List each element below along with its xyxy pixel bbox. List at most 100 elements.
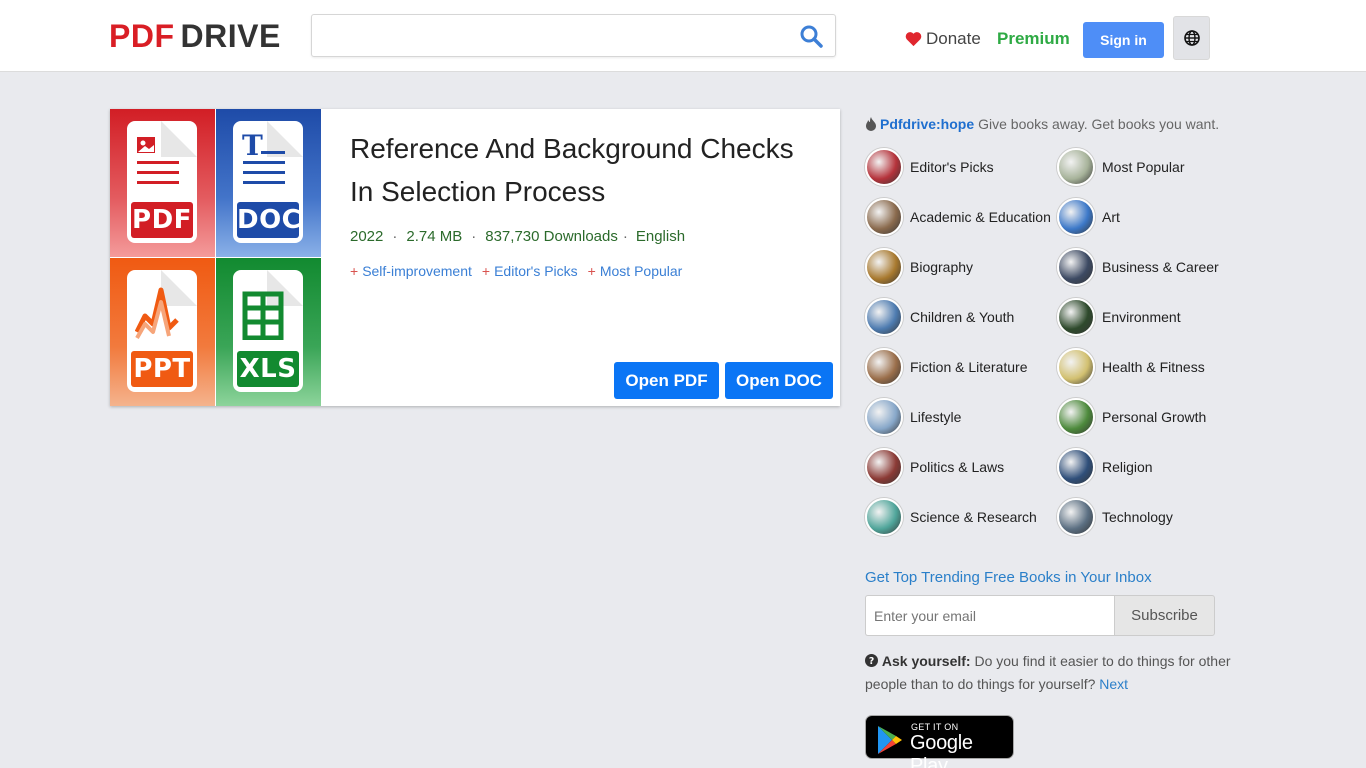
category-label: Religion — [1102, 459, 1153, 475]
category-label: Politics & Laws — [910, 459, 1005, 475]
category-item[interactable]: Most Popular — [1057, 148, 1184, 186]
category-thumbnail — [1057, 248, 1095, 286]
cover-xls-tile: XLS — [216, 258, 321, 406]
category-label: Science & Research — [910, 509, 1037, 525]
category-label: Health & Fitness — [1102, 359, 1205, 375]
category-item[interactable]: Academic & Education — [865, 198, 1051, 236]
category-label: Lifestyle — [910, 409, 962, 425]
premium-link[interactable]: Premium — [997, 29, 1070, 49]
category-item[interactable]: Science & Research — [865, 498, 1037, 536]
book-downloads: 837,730 Downloads — [485, 228, 618, 245]
category-thumbnail — [865, 198, 903, 236]
category-item[interactable]: Religion — [1057, 448, 1153, 486]
svg-text:?: ? — [869, 656, 874, 667]
tag-editors-picks[interactable]: + Editor's Picks — [482, 263, 578, 279]
category-item[interactable]: Fiction & Literature — [865, 348, 1028, 386]
category-item[interactable]: Lifestyle — [865, 398, 961, 436]
category-label: Technology — [1102, 509, 1173, 525]
subscribe-button[interactable]: Subscribe — [1114, 595, 1215, 636]
category-label: Personal Growth — [1102, 409, 1207, 425]
category-thumbnail — [865, 298, 903, 336]
svg-text:T: T — [242, 131, 263, 162]
cover-label-doc: DOC — [237, 202, 301, 238]
logo-pdf-text: PDF — [109, 18, 175, 54]
category-label: Academic & Education — [910, 209, 1051, 225]
newsletter-title: Get Top Trending Free Books in Your Inbo… — [865, 569, 1152, 586]
category-thumbnail — [865, 498, 903, 536]
cover-label-xls: XLS — [237, 351, 299, 387]
category-item[interactable]: Health & Fitness — [1057, 348, 1205, 386]
category-item[interactable]: Politics & Laws — [865, 448, 1004, 486]
google-play-icon — [878, 726, 902, 754]
category-label: Most Popular — [1102, 159, 1185, 175]
open-doc-button[interactable]: Open DOC — [725, 362, 833, 399]
category-thumbnail — [1057, 448, 1095, 486]
category-thumbnail — [1057, 498, 1095, 536]
category-thumbnail — [865, 148, 903, 186]
category-label: Biography — [910, 259, 974, 275]
category-thumbnail — [865, 398, 903, 436]
donate-link[interactable]: Donate — [905, 29, 981, 49]
language-button[interactable] — [1173, 16, 1210, 60]
plus-icon: + — [587, 263, 596, 279]
fire-icon — [866, 117, 876, 131]
cover-label-pdf: PDF — [131, 202, 193, 238]
category-thumbnail — [1057, 398, 1095, 436]
category-label: Editor's Picks — [910, 159, 994, 175]
category-thumbnail — [865, 248, 903, 286]
meta-separator: · — [471, 228, 477, 245]
book-cover[interactable]: PDF T DOC PPT XLS — [110, 109, 321, 406]
category-thumbnail — [1057, 348, 1095, 386]
ppt-file-icon: PPT — [127, 270, 197, 392]
category-item[interactable]: Children & Youth — [865, 298, 1014, 336]
category-label: Fiction & Literature — [910, 359, 1028, 375]
ask-yourself: ? Ask yourself: Do you find it easier to… — [865, 650, 1235, 696]
book-size: 2.74 MB — [406, 228, 463, 245]
next-question-link[interactable]: Next — [1099, 676, 1128, 692]
doc-file-icon: T DOC — [233, 121, 303, 243]
category-label: Art — [1102, 209, 1120, 225]
category-label: Business & Career — [1102, 259, 1219, 275]
hope-text: Give books away. Get books you want. — [978, 116, 1220, 132]
category-thumbnail — [1057, 298, 1095, 336]
cover-pdf-tile: PDF — [110, 109, 215, 257]
category-item[interactable]: Business & Career — [1057, 248, 1219, 286]
tag-self-improvement[interactable]: + Self-improvement — [350, 263, 472, 279]
gplay-big-text: Google Play — [910, 732, 973, 768]
category-item[interactable]: Editor's Picks — [865, 148, 994, 186]
search-input[interactable] — [312, 15, 782, 56]
plus-icon: + — [481, 263, 491, 279]
hope-banner: Pdfdrive:hope Give books away. Get books… — [865, 116, 1219, 132]
hope-link[interactable]: Pdfdrive:hope — [880, 116, 974, 132]
signin-button[interactable]: Sign in — [1083, 22, 1164, 58]
category-item[interactable]: Environment — [1057, 298, 1181, 336]
logo-drive-text: DRIVE — [180, 18, 281, 54]
pdf-file-icon: PDF — [127, 121, 197, 243]
search-box — [311, 14, 836, 57]
category-thumbnail — [865, 448, 903, 486]
category-item[interactable]: Biography — [865, 248, 973, 286]
book-tags: + Self-improvement + Editor's Picks + Most … — [350, 263, 692, 279]
category-label: Children & Youth — [910, 309, 1015, 325]
ask-label: Ask yourself: — [881, 653, 971, 669]
search-icon[interactable] — [799, 24, 823, 48]
gplay-small-text: GET IT ON — [911, 722, 959, 732]
category-thumbnail — [865, 348, 903, 386]
google-play-badge[interactable]: GET IT ON Google Play — [865, 715, 1014, 768]
book-language: English — [635, 228, 686, 245]
category-item[interactable]: Technology — [1057, 498, 1173, 536]
cover-label-ppt: PPT — [131, 351, 193, 387]
tag-most-popular[interactable]: + Most Popular — [588, 263, 683, 279]
category-item[interactable]: Art — [1057, 198, 1120, 236]
pdfdrive-logo[interactable]: PDF DRIVE — [109, 19, 281, 53]
meta-separator: · — [392, 228, 398, 245]
book-title[interactable]: Reference And Background Checks In Selec… — [350, 127, 820, 213]
plus-icon: + — [350, 263, 359, 279]
email-field[interactable] — [865, 595, 1115, 636]
cover-doc-tile: T DOC — [216, 109, 321, 257]
heart-icon — [905, 32, 922, 47]
cover-ppt-tile: PPT — [110, 258, 215, 406]
category-item[interactable]: Personal Growth — [1057, 398, 1206, 436]
meta-separator: · — [622, 228, 628, 245]
open-pdf-button[interactable]: Open PDF — [614, 362, 719, 399]
